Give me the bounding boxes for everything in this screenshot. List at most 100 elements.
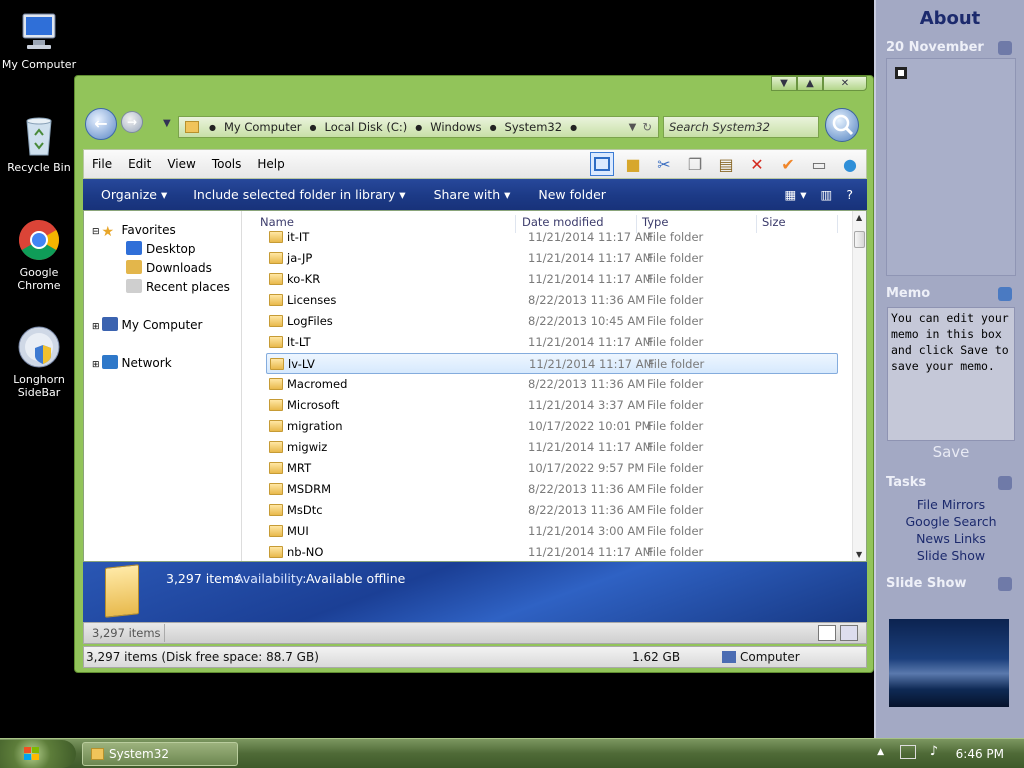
task-link-file-mirrors[interactable]: File Mirrors	[886, 496, 1016, 513]
file-type: File folder	[647, 461, 704, 475]
recent-pages-dropdown-icon[interactable]: ▼	[163, 118, 171, 129]
forward-button[interactable]: →	[121, 111, 143, 133]
scrollbar-thumb[interactable]	[854, 231, 865, 248]
file-date: 11/21/2014 11:17 AM	[528, 440, 653, 454]
file-row[interactable]: Microsoft 11/21/2014 3:37 AM File folder	[266, 395, 838, 416]
paste-icon[interactable]: ▤	[714, 152, 738, 176]
delete-icon[interactable]: ✕	[745, 152, 769, 176]
organize-button[interactable]: Organize ▾	[92, 187, 176, 202]
breadcrumb-local-disk[interactable]: Local Disk (C:)	[317, 120, 416, 134]
file-row[interactable]: MUI 11/21/2014 3:00 AM File folder	[266, 521, 838, 542]
desktop-icon-recycle-bin[interactable]: Recycle Bin	[0, 113, 78, 174]
status-bar: 3,297 items (Disk free space: 88.7 GB) 1…	[83, 646, 867, 668]
include-in-library-button[interactable]: Include selected folder in library ▾	[184, 187, 414, 202]
help-icon[interactable]: ?	[846, 187, 853, 202]
file-row[interactable]: it-IT 11/21/2014 11:17 AM File folder	[266, 227, 838, 248]
search-input[interactable]: Search System32	[663, 116, 819, 138]
file-name: nb-NO	[287, 545, 324, 559]
computer-icon	[722, 651, 736, 663]
tasks-icon[interactable]	[998, 476, 1012, 490]
nav-downloads[interactable]: Downloads	[126, 259, 212, 277]
globe-icon[interactable]: ●	[838, 152, 862, 176]
file-row[interactable]: LogFiles 8/22/2013 10:45 AM File folder	[266, 311, 838, 332]
scroll-down-arrow[interactable]: ▼	[856, 550, 862, 559]
slideshow-image[interactable]	[889, 619, 1009, 707]
menu-tools[interactable]: Tools	[204, 157, 250, 171]
minimize-button[interactable]: ▼	[771, 76, 797, 91]
task-link-slide-show[interactable]: Slide Show	[886, 547, 1016, 564]
copy-icon[interactable]: ❐	[683, 152, 707, 176]
nav-network[interactable]: ⊞ Network	[92, 354, 172, 372]
address-bar[interactable]: ● My Computer ● Local Disk (C:) ● Window…	[178, 116, 659, 138]
cut-icon[interactable]: ✂	[652, 152, 676, 176]
clock[interactable]: 6:46 PM	[956, 747, 1004, 761]
task-links: File Mirrors Google Search News Links Sl…	[886, 496, 1016, 564]
memo-save-button[interactable]: Save	[886, 443, 1016, 461]
file-row[interactable]: MSDRM 8/22/2013 11:36 AM File folder	[266, 479, 838, 500]
breadcrumb-system32[interactable]: System32	[497, 120, 571, 134]
layout-pane-icon[interactable]	[590, 152, 614, 176]
folder-icon	[105, 564, 139, 618]
file-row[interactable]: MRT 10/17/2022 9:57 PM File folder	[266, 458, 838, 479]
nav-recent-places[interactable]: Recent places	[126, 278, 230, 296]
desktop-icon-google-chrome[interactable]: Google Chrome	[0, 218, 78, 292]
details-view-icon[interactable]	[818, 625, 836, 641]
file-row[interactable]: lv-LV 11/21/2014 11:17 AM File folder	[266, 353, 838, 374]
back-button[interactable]: ←	[85, 108, 117, 140]
file-row[interactable]: migwiz 11/21/2014 11:17 AM File folder	[266, 437, 838, 458]
scroll-up-arrow[interactable]: ▲	[856, 213, 862, 222]
window-controls: ▼ ▲ ✕	[771, 76, 867, 93]
file-row[interactable]: lt-LT 11/21/2014 11:17 AM File folder	[266, 332, 838, 353]
address-dropdown-icon[interactable]: ▼	[629, 122, 637, 133]
share-with-button[interactable]: Share with ▾	[425, 187, 520, 202]
breadcrumb-windows[interactable]: Windows	[422, 120, 489, 134]
close-button[interactable]: ✕	[823, 76, 867, 91]
volume-icon[interactable]: ♪	[930, 744, 938, 759]
search-icon[interactable]	[825, 108, 859, 142]
clock-gadget-icon[interactable]	[998, 41, 1012, 55]
preview-pane-icon[interactable]: ▥	[821, 187, 833, 202]
rename-icon[interactable]: ▭	[807, 152, 831, 176]
file-date: 10/17/2022 10:01 PM	[528, 419, 652, 433]
command-bar: Organize ▾ Include selected folder in li…	[83, 179, 867, 210]
menu-help[interactable]: Help	[249, 157, 292, 171]
maximize-button[interactable]: ▲	[797, 76, 823, 91]
nav-favorites[interactable]: ⊟ ★ Favorites	[92, 221, 176, 240]
nav-desktop[interactable]: Desktop	[126, 240, 196, 258]
menu-view[interactable]: View	[159, 157, 203, 171]
menu-edit[interactable]: Edit	[120, 157, 159, 171]
desktop-icon-my-computer[interactable]: My Computer	[0, 10, 78, 71]
memo-textarea[interactable]: You can edit your memo in this box and c…	[887, 307, 1015, 441]
taskbar-item-system32[interactable]: System32	[82, 742, 238, 766]
file-row[interactable]: nb-NO 11/21/2014 11:17 AM File folder	[266, 542, 838, 563]
file-row[interactable]: MsDtc 8/22/2013 11:36 AM File folder	[266, 500, 838, 521]
thumbnail-view-icon[interactable]	[840, 625, 858, 641]
file-row[interactable]: ko-KR 11/21/2014 11:17 AM File folder	[266, 269, 838, 290]
memo-icon[interactable]	[998, 287, 1012, 301]
start-button[interactable]	[0, 740, 76, 768]
network-tray-icon[interactable]	[900, 745, 916, 759]
show-hidden-icons-icon[interactable]: ▲	[877, 747, 884, 757]
file-name: ko-KR	[287, 272, 321, 286]
slideshow-icon[interactable]	[998, 577, 1012, 591]
gadget-checkbox[interactable]	[895, 67, 907, 79]
new-folder-button[interactable]: New folder	[529, 187, 615, 202]
file-row[interactable]: migration 10/17/2022 10:01 PM File folder	[266, 416, 838, 437]
file-row[interactable]: Macromed 8/22/2013 11:36 AM File folder	[266, 374, 838, 395]
undo-check-icon[interactable]: ✔	[776, 152, 800, 176]
refresh-icon[interactable]: ↻	[642, 120, 652, 134]
sidebar-title[interactable]: About	[876, 0, 1024, 34]
breadcrumb-my-computer[interactable]: My Computer	[216, 120, 310, 134]
view-options-icon[interactable]: ▦ ▾	[784, 187, 806, 202]
file-row[interactable]: Licenses 8/22/2013 11:36 AM File folder	[266, 290, 838, 311]
menu-file[interactable]: File	[84, 157, 120, 171]
file-row[interactable]: ja-JP 11/21/2014 11:17 AM File folder	[266, 248, 838, 269]
folder-options-icon[interactable]: ■	[621, 152, 645, 176]
task-link-news-links[interactable]: News Links	[886, 530, 1016, 547]
vertical-scrollbar[interactable]: ▲ ▼	[852, 211, 866, 561]
file-name: Macromed	[287, 377, 348, 391]
file-name: lv-LV	[288, 357, 315, 371]
task-link-google-search[interactable]: Google Search	[886, 513, 1016, 530]
nav-my-computer[interactable]: ⊞ My Computer	[92, 316, 202, 334]
desktop-icon-longhorn-sidebar[interactable]: Longhorn SideBar	[0, 325, 78, 399]
